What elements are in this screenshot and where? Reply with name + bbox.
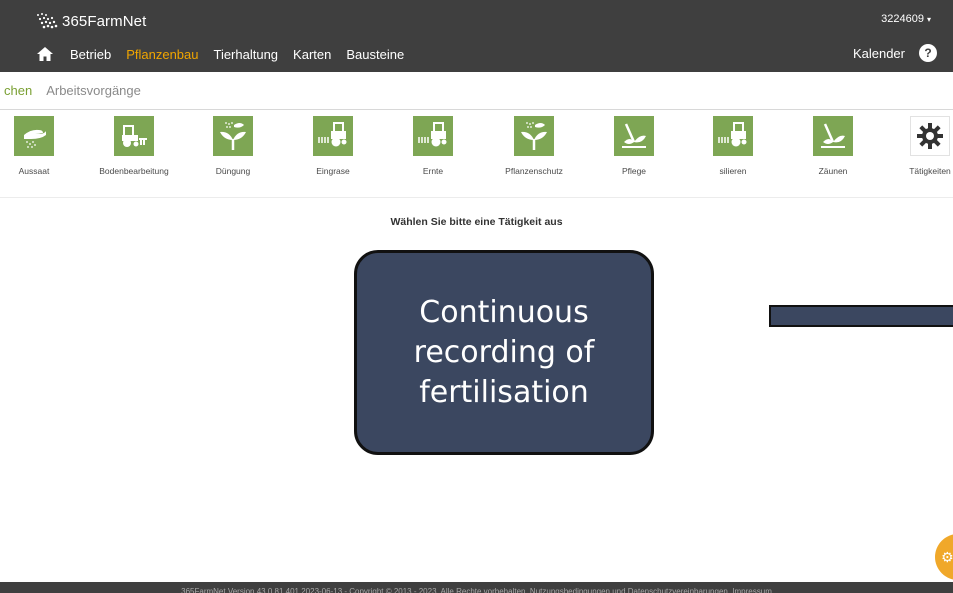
activity-aussaat[interactable]: Aussaat	[0, 116, 84, 186]
activity-label: Tätigkeiten	[909, 166, 951, 176]
harvester-icon	[318, 122, 347, 147]
activity-label: Pflege	[621, 166, 647, 176]
activity-eingrase[interactable]: Eingrase	[283, 116, 383, 186]
activity-tile	[713, 116, 753, 156]
nav-right: Kalender ?	[853, 44, 937, 62]
activity-tile	[514, 116, 554, 156]
select-activity-prompt: Wählen Sie bitte eine Tätigkeit aus	[390, 216, 563, 228]
logo-mark-icon	[37, 13, 58, 29]
activity-label: Düngung	[215, 166, 251, 176]
logo[interactable]: 365FarmNet	[34, 10, 146, 32]
activity-tile	[813, 116, 853, 156]
activity-zaeunen[interactable]: Zäunen	[783, 116, 883, 186]
sub-tabs: chen Arbeitsvorgänge	[0, 72, 953, 110]
activity-tile	[114, 116, 154, 156]
tab-arbeitsvorgaenge[interactable]: Arbeitsvorgänge	[46, 83, 141, 98]
help-icon[interactable]: ?	[919, 44, 937, 62]
activity-label: Aussaat	[18, 166, 50, 176]
activity-tile	[413, 116, 453, 156]
tractor-icon	[122, 125, 147, 147]
activity-ernte[interactable]: Ernte	[383, 116, 483, 186]
plant-spraying-icon	[521, 122, 547, 150]
callout-box: Continuous recording of fertilisation	[354, 250, 654, 455]
user-menu[interactable]: 3224609 ▾	[881, 13, 931, 25]
nav-item-betrieb[interactable]: Betrieb	[70, 47, 111, 62]
nav-item-karten[interactable]: Karten	[293, 47, 331, 62]
app-window: 365FarmNet 3224609 ▾ Betrieb Pflanzenbau…	[0, 0, 953, 593]
main-nav: Betrieb Pflanzenbau Tierhaltung Karten B…	[36, 44, 419, 64]
arrow-bar-shape	[769, 305, 953, 327]
activity-label: Pflanzenschutz	[505, 166, 563, 176]
crop-care-icon	[821, 123, 845, 148]
floating-action-button[interactable]: ⚙	[935, 534, 953, 580]
user-id: 3224609	[881, 13, 924, 25]
crop-care-icon	[622, 123, 646, 148]
activity-tile	[910, 116, 950, 156]
activity-duengung[interactable]: Düngung	[183, 116, 283, 186]
chevron-down-icon: ▾	[926, 14, 931, 24]
activity-tile	[14, 116, 54, 156]
activity-tile	[614, 116, 654, 156]
top-header: 365FarmNet 3224609 ▾ Betrieb Pflanzenbau…	[0, 0, 953, 72]
activity-label: Zäunen	[818, 166, 848, 176]
callout-text: Continuous recording of fertilisation	[413, 294, 595, 410]
activity-taetigkeiten[interactable]: Tätigkeiten	[880, 116, 953, 186]
calendar-link[interactable]: Kalender	[853, 46, 905, 61]
activity-label: Eingrase	[316, 166, 350, 176]
activity-pflanzenschutz[interactable]: Pflanzenschutz	[484, 116, 584, 186]
nav-item-bausteine[interactable]: Bausteine	[346, 47, 404, 62]
tab-current[interactable]: chen	[4, 83, 32, 98]
gear-icon	[917, 123, 943, 149]
activity-silieren[interactable]: silieren	[683, 116, 783, 186]
harvester-icon	[718, 122, 747, 147]
nav-item-pflanzenbau[interactable]: Pflanzenbau	[126, 47, 198, 62]
activity-tile	[213, 116, 253, 156]
home-icon[interactable]	[36, 46, 54, 62]
harvester-icon	[418, 122, 447, 147]
activity-strip: Aussaat Bodenbearbeitung Düngung Eingras…	[0, 110, 953, 198]
nav-item-tierhaltung[interactable]: Tierhaltung	[213, 47, 278, 62]
activity-tile	[313, 116, 353, 156]
plant-fertilizing-icon	[220, 122, 246, 150]
activity-pflege[interactable]: Pflege	[584, 116, 684, 186]
bike-icon: ⚙	[941, 549, 953, 565]
logo-text: 365FarmNet	[62, 12, 147, 30]
footer: 365FarmNet Version 43.0.81.401 2023-06-1…	[0, 582, 953, 593]
activity-label: Bodenbearbeitung	[99, 166, 169, 176]
activity-bodenbearbeitung[interactable]: Bodenbearbeitung	[84, 116, 184, 186]
activity-label: Ernte	[422, 166, 444, 176]
seeding-hand-icon	[24, 129, 46, 148]
activity-label: silieren	[719, 166, 747, 176]
